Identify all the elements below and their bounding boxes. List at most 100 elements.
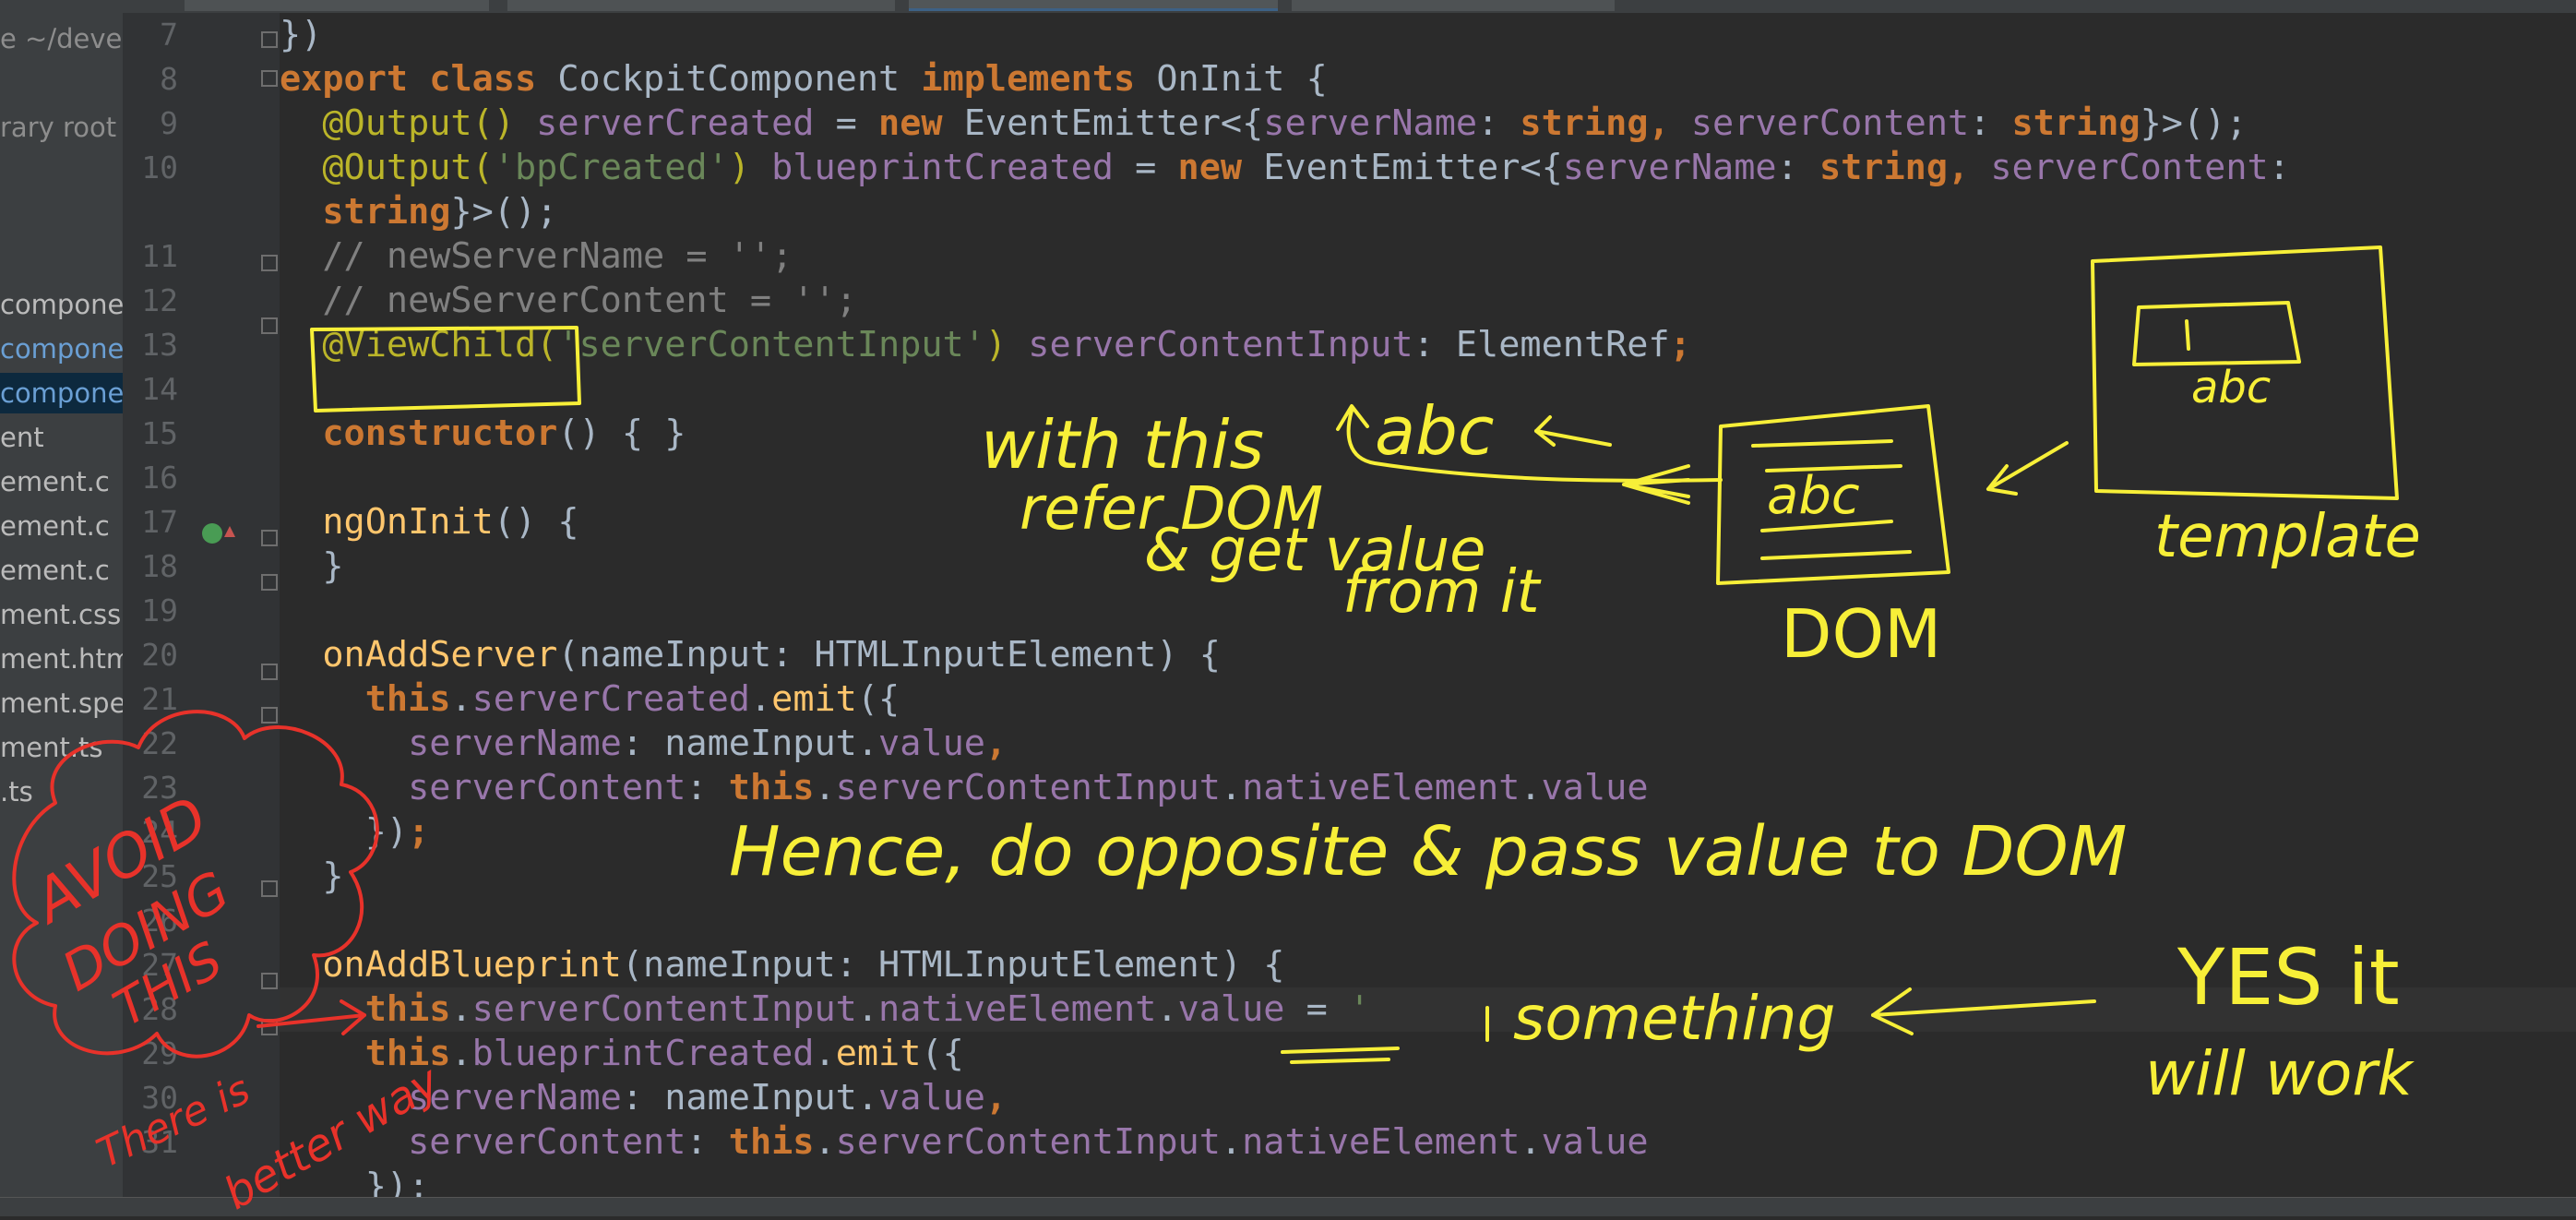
status-bar bbox=[0, 1197, 2576, 1216]
code-line[interactable]: @ViewChild('serverContentInput') serverC… bbox=[280, 323, 1691, 367]
project-tree-item[interactable] bbox=[0, 196, 123, 236]
editor-tab-strip bbox=[0, 0, 2576, 13]
fold-marker-icon[interactable] bbox=[261, 255, 278, 271]
code-line[interactable]: onAddServer(nameInput: HTMLInputElement)… bbox=[280, 633, 1221, 677]
project-tree-item[interactable]: ment.spe bbox=[0, 683, 123, 724]
project-tree-item[interactable]: ement.c bbox=[0, 550, 123, 591]
tab[interactable] bbox=[185, 0, 489, 11]
project-tree-item[interactable]: ment.ts bbox=[0, 727, 123, 768]
code-token: // newServerContent = ''; bbox=[280, 280, 857, 321]
code-token: onAddBlueprint bbox=[280, 944, 622, 986]
project-tree-item[interactable]: compone bbox=[0, 373, 123, 413]
code-line[interactable]: } bbox=[280, 544, 344, 589]
project-tree-item[interactable] bbox=[0, 151, 123, 192]
code-token: @Output() bbox=[280, 102, 537, 144]
code-token: nativeElement bbox=[1242, 767, 1521, 808]
project-tree-item[interactable] bbox=[0, 63, 123, 103]
code-token: ) bbox=[984, 324, 1029, 365]
code-token: } bbox=[280, 545, 344, 587]
code-token: , bbox=[984, 723, 1008, 764]
fold-marker-icon[interactable] bbox=[261, 1019, 278, 1035]
code-token: this bbox=[280, 678, 451, 720]
code-line[interactable]: this.blueprintCreated.emit({ bbox=[280, 1032, 964, 1076]
code-line[interactable]: constructor() { } bbox=[280, 412, 686, 456]
code-token: . bbox=[450, 1033, 472, 1074]
code-token: serverCreated bbox=[536, 102, 815, 144]
code-token: nativeElement bbox=[1242, 1121, 1521, 1163]
code-line[interactable]: export class CockpitComponent implements… bbox=[280, 57, 1328, 102]
fold-marker-icon[interactable] bbox=[261, 880, 278, 897]
fold-marker-icon[interactable] bbox=[261, 664, 278, 680]
line-number: 19 bbox=[141, 592, 178, 628]
code-line[interactable]: string}>(); bbox=[280, 190, 557, 234]
code-token: : bbox=[686, 1121, 729, 1163]
project-tree-item[interactable]: e ~/deve bbox=[0, 18, 123, 59]
implements-method-icon[interactable] bbox=[202, 523, 222, 544]
project-tree-item[interactable]: .ts bbox=[0, 771, 123, 812]
project-tree-item[interactable]: ement.c bbox=[0, 506, 123, 546]
code-line[interactable]: @Output('bpCreated') blueprintCreated = … bbox=[280, 146, 2290, 190]
code-token: (nameInput: HTMLInputElement) { bbox=[621, 944, 1285, 986]
fold-marker-icon[interactable] bbox=[261, 973, 278, 989]
project-tree-item[interactable]: compone bbox=[0, 284, 123, 325]
code-line[interactable]: }) bbox=[280, 13, 322, 57]
code-token: serverCreated bbox=[471, 678, 750, 720]
code-line[interactable]: serverContent: this.serverContentInput.n… bbox=[280, 766, 1648, 810]
code-token: string bbox=[1520, 102, 1649, 144]
code-token: }>(); bbox=[2140, 102, 2248, 144]
code-line[interactable]: serverContent: this.serverContentInput.n… bbox=[280, 1120, 1648, 1165]
code-token: this bbox=[728, 767, 815, 808]
code-line[interactable]: } bbox=[280, 855, 344, 899]
fold-marker-icon[interactable] bbox=[261, 31, 278, 48]
line-number: 20 bbox=[141, 637, 178, 673]
code-token: }) bbox=[280, 14, 323, 55]
code-token: } bbox=[280, 855, 344, 897]
tab[interactable] bbox=[507, 0, 895, 11]
code-line[interactable]: @Output() serverCreated = new EventEmitt… bbox=[280, 102, 2248, 146]
project-tree-item[interactable]: ent bbox=[0, 417, 123, 458]
tab-active[interactable] bbox=[909, 0, 1278, 11]
fold-marker-icon[interactable] bbox=[261, 530, 278, 546]
code-token: value bbox=[878, 723, 985, 764]
code-line[interactable]: serverName: nameInput.value, bbox=[280, 722, 1007, 766]
annotation-dom-label: DOM bbox=[1781, 595, 1942, 673]
code-token: : bbox=[1477, 102, 1521, 144]
project-tree-item[interactable]: ement.c bbox=[0, 461, 123, 502]
line-number bbox=[123, 190, 178, 234]
code-line[interactable]: onAddBlueprint(nameInput: HTMLInputEleme… bbox=[280, 943, 1284, 987]
code-token: this bbox=[728, 1121, 815, 1163]
line-number: 9 bbox=[160, 105, 178, 141]
code-token: serverContentInput bbox=[835, 1121, 1221, 1163]
project-tree-item[interactable]: rary root bbox=[0, 107, 123, 148]
code-token: (nameInput: HTMLInputElement) { bbox=[557, 634, 1221, 676]
code-token: value bbox=[1177, 988, 1285, 1030]
code-token: export bbox=[280, 58, 430, 100]
code-token: CockpitComponent bbox=[557, 58, 922, 100]
code-line[interactable]: }); bbox=[280, 810, 430, 855]
code-token: : bbox=[1969, 102, 2012, 144]
annotation-abc-arrow: abc bbox=[1375, 392, 1495, 470]
project-tree-item[interactable]: ment.htm bbox=[0, 639, 123, 679]
fold-marker-icon[interactable] bbox=[261, 707, 278, 724]
code-token: . bbox=[856, 988, 879, 1030]
line-number: 29 bbox=[141, 1035, 178, 1071]
code-token: : bbox=[686, 767, 729, 808]
project-tree-item[interactable]: ment.css bbox=[0, 594, 123, 635]
code-line[interactable]: this.serverCreated.emit({ bbox=[280, 677, 900, 722]
project-tree-item[interactable]: compone bbox=[0, 329, 123, 369]
code-line[interactable]: ngOnInit() { bbox=[280, 500, 578, 544]
code-token: ; bbox=[1669, 324, 1691, 365]
line-number: 13 bbox=[141, 327, 178, 363]
fold-marker-icon[interactable] bbox=[261, 574, 278, 591]
fold-marker-icon[interactable] bbox=[261, 317, 278, 334]
fold-marker-icon[interactable] bbox=[261, 70, 278, 87]
code-token: ; bbox=[408, 811, 430, 853]
line-number: 10 bbox=[141, 150, 178, 185]
line-number: 15 bbox=[141, 415, 178, 451]
code-token: new bbox=[1177, 147, 1264, 188]
project-tree-item[interactable] bbox=[0, 240, 123, 281]
code-line[interactable]: // newServerContent = ''; bbox=[280, 279, 857, 323]
code-token: . bbox=[1520, 1121, 1542, 1163]
tab[interactable] bbox=[1292, 0, 1615, 11]
code-line[interactable]: // newServerName = ''; bbox=[280, 234, 793, 279]
